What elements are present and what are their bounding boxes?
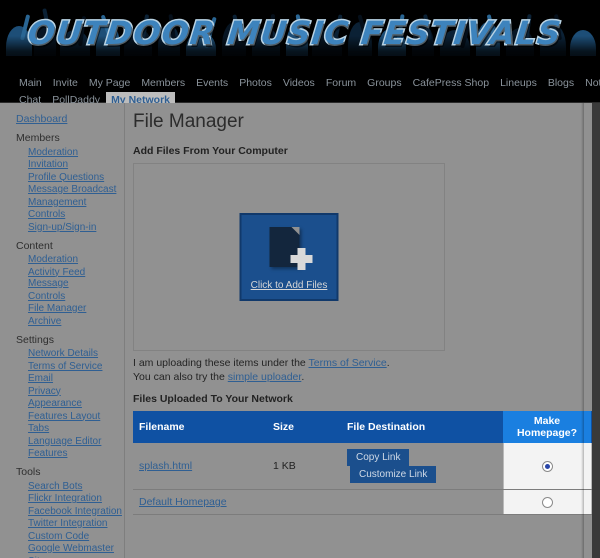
table-column-header-actions (591, 411, 592, 443)
uploader-note-suffix: . (301, 371, 305, 383)
table-column-header-filename: Filename (133, 411, 267, 443)
uploader-note-prefix: You can also try the (133, 371, 228, 383)
main-content: File Manager Add Files From Your Compute… (125, 103, 592, 558)
nav-item-notes[interactable]: Notes (580, 75, 600, 92)
sidebar-item-message-broadcast[interactable]: Message Broadcast (0, 184, 124, 197)
site-title: OUTDOOR MUSIC FESTIVALS (25, 13, 565, 54)
sidebar-item-management[interactable]: Management (0, 196, 124, 209)
sidebar-item-dashboard[interactable]: Dashboard (0, 112, 124, 126)
add-files-button-inner: Click to Add Files (242, 215, 337, 299)
add-files-heading: Add Files From Your Computer (133, 145, 288, 157)
table-row: splash.html1 KBCopy LinkCustomize Link✖ (133, 443, 592, 490)
simple-uploader-link[interactable]: simple uploader (228, 371, 302, 383)
sidebar-item-moderation[interactable]: Moderation (0, 254, 124, 267)
nav-item-blogs[interactable]: Blogs (543, 75, 579, 92)
cell-size: 1 KB (267, 443, 341, 490)
sidebar-groups: Members Moderation Invitation Profile Quest… (0, 126, 124, 558)
site-banner: OUTDOOR MUSIC FESTIVALS (0, 0, 600, 70)
customize-link-button[interactable]: Customize Link (350, 466, 437, 483)
file-link[interactable]: splash.html (139, 460, 192, 472)
main-navigation: Main Invite My Page Members Events Photos Vide… (0, 70, 600, 111)
sidebar-item-email[interactable]: Email (0, 373, 124, 386)
page-title: File Manager (133, 111, 244, 132)
nav-item-videos[interactable]: Videos (278, 75, 320, 92)
copy-link-button[interactable]: Copy Link (347, 449, 410, 466)
admin-sidebar: Dashboard Members Moderation Invitation Pro… (0, 103, 125, 558)
tos-note-prefix: I am uploading these items under the (133, 357, 309, 369)
sidebar-item-tabs[interactable]: Tabs (0, 423, 124, 436)
make-homepage-radio[interactable] (541, 460, 553, 472)
file-link[interactable]: Default Homepage (139, 496, 227, 508)
sidebar-group-title-tools: Tools (16, 466, 41, 478)
nav-item-forum[interactable]: Forum (321, 75, 361, 92)
page-body: Dashboard Members Moderation Invitation Pro… (0, 103, 600, 558)
sidebar-group-title-members: Members (16, 132, 60, 144)
cell-filename: Default Homepage (133, 489, 267, 515)
nav-item-main[interactable]: Main (14, 75, 47, 92)
sidebar-item-profile-questions[interactable]: Profile Questions (0, 171, 124, 184)
table-header-row: Filename Size File Destination Make Homepag… (133, 411, 592, 443)
sidebar-item-moderation[interactable]: Moderation (0, 146, 124, 159)
sidebar-item-invitation[interactable]: Invitation (0, 159, 124, 172)
sidebar-item-controls[interactable]: Controls (0, 290, 124, 303)
sidebar-item-network-details[interactable]: Network Details (0, 348, 124, 361)
files-uploaded-heading: Files Uploaded To Your Network (133, 393, 293, 405)
sidebar-item-sign-up-sign-in[interactable]: Sign-up/Sign-in (0, 221, 124, 234)
terms-of-service-note: I am uploading these items under the Ter… (133, 357, 592, 370)
table-body: splash.html1 KBCopy LinkCustomize Link✖D… (133, 443, 592, 515)
sidebar-group-title-settings: Settings (16, 333, 54, 346)
sidebar-item-facebook-integration[interactable]: Facebook Integration (0, 505, 124, 518)
cell-make-homepage (502, 489, 592, 515)
table-row: Default Homepage (133, 489, 592, 515)
sidebar-item-appearance[interactable]: Appearance (0, 398, 124, 411)
sidebar-item-search-bots[interactable]: Search Bots (0, 480, 124, 493)
nav-item-cafepress-shop[interactable]: CafePress Shop (408, 75, 494, 92)
sidebar-item-features-layout[interactable]: Features Layout (0, 410, 124, 423)
cell-actions: ✖ (591, 443, 592, 490)
sidebar-item-google-webmaster[interactable]: Google Webmaster (0, 543, 124, 556)
sidebar-item-flickr-integration[interactable]: Flickr Integration (0, 493, 124, 506)
make-homepage-radio[interactable] (541, 496, 553, 508)
nav-item-lineups[interactable]: Lineups (495, 75, 542, 92)
plus-icon (290, 248, 313, 270)
table-header: Filename Size File Destination Make Homepag… (133, 411, 592, 443)
nav-item-invite[interactable]: Invite (48, 75, 83, 92)
uploaded-files-table: Filename Size File Destination Make Homepag… (133, 411, 592, 515)
nav-item-events[interactable]: Events (191, 75, 233, 92)
sidebar-item-features[interactable]: Features (0, 448, 124, 461)
sidebar-item-twitter-integration[interactable]: Twitter Integration (0, 518, 124, 531)
sidebar-item-activity-feed-message[interactable]: Activity Feed Message (0, 266, 124, 290)
sidebar-item-file-manager[interactable]: File Manager (0, 303, 124, 316)
nav-item-my-page[interactable]: My Page (84, 75, 135, 92)
sidebar-item-controls[interactable]: Controls (0, 209, 124, 222)
sidebar-group-title-content: Content (16, 239, 53, 252)
cell-file-destination: Copy LinkCustomize Link (341, 443, 503, 490)
nav-item-members[interactable]: Members (136, 75, 190, 92)
nav-row-primary: Main Invite My Page Members Events Photos Vide… (14, 75, 600, 92)
sidebar-item-privacy[interactable]: Privacy (0, 385, 124, 398)
sidebar-item-language-editor[interactable]: Language Editor (0, 435, 124, 448)
simple-uploader-note: You can also try the simple uploader. (133, 371, 592, 384)
cell-file-destination (341, 489, 503, 515)
table-column-header-size: Size (267, 411, 341, 443)
page-root: OUTDOOR MUSIC FESTIVALS Main Invite My Pag… (0, 0, 600, 558)
sidebar-item-archive[interactable]: Archive (0, 315, 124, 328)
nav-item-groups[interactable]: Groups (362, 75, 406, 92)
table-column-header-file-destination: File Destination (341, 411, 503, 443)
cell-make-homepage (502, 443, 592, 490)
cell-filename: splash.html (133, 443, 267, 490)
table-column-header-make-homepage-: Make Homepage? (503, 411, 591, 443)
add-files-button[interactable]: Click to Add Files (239, 213, 339, 301)
add-files-button-label: Click to Add Files (250, 280, 328, 291)
file-dropzone[interactable]: Click to Add Files (133, 163, 445, 351)
cell-actions (591, 489, 592, 515)
terms-of-service-link[interactable]: Terms of Service (309, 357, 387, 369)
tos-note-suffix: . (386, 357, 390, 369)
cell-size (267, 489, 341, 515)
nav-item-photos[interactable]: Photos (234, 75, 277, 92)
sidebar-item-terms-of-service[interactable]: Terms of Service (0, 360, 124, 373)
sidebar-item-custom-code[interactable]: Custom Code (0, 530, 124, 543)
